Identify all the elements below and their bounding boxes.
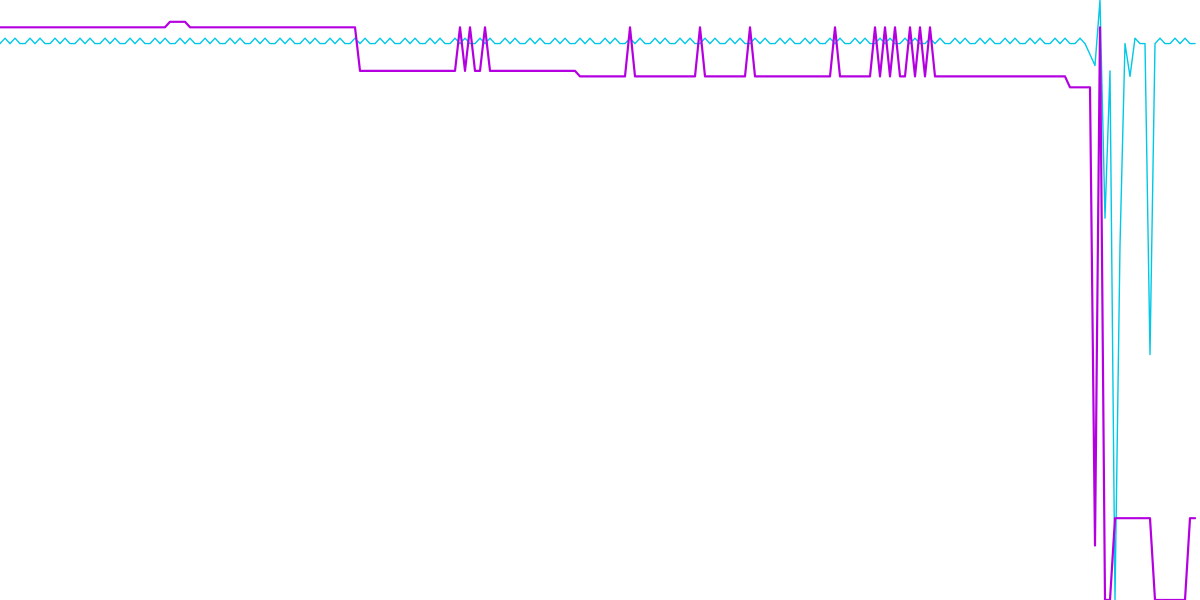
line-series-b (0, 0, 1195, 600)
line-series-a (0, 22, 1195, 600)
timeseries-chart (0, 0, 1200, 600)
